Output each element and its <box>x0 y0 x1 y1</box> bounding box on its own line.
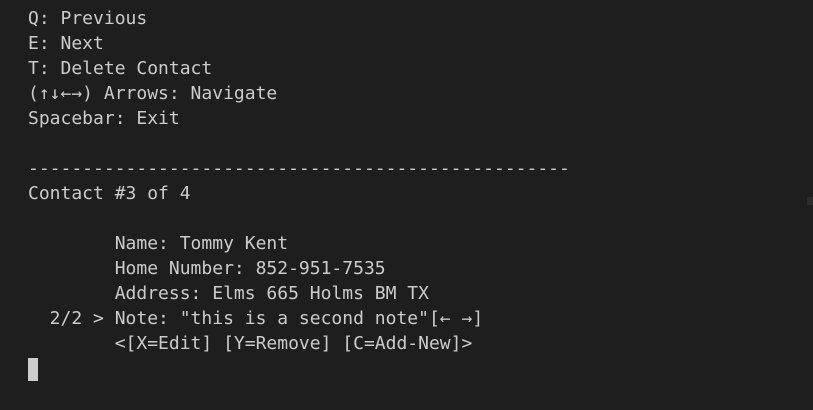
contact-name: Name: Tommy Kent <box>28 233 289 254</box>
contact-actions: <[X=Edit] [Y=Remove] [C=Add-New]> <box>28 333 473 354</box>
contact-counter: Contact #3 of 4 <box>28 183 191 204</box>
help-next: E: Next <box>28 33 104 54</box>
terminal-output: Q: Previous E: Next T: Delete Contact (↑… <box>28 6 570 381</box>
help-exit: Spacebar: Exit <box>28 108 180 129</box>
help-previous: Q: Previous <box>28 8 148 29</box>
separator-line: ----------------------------------------… <box>28 158 570 179</box>
terminal-window[interactable]: Q: Previous E: Next T: Delete Contact (↑… <box>0 0 813 410</box>
help-delete-contact: T: Delete Contact <box>28 58 213 79</box>
help-navigate: (↑↓←→) Arrows: Navigate <box>28 83 278 104</box>
contact-home-number: Home Number: 852-951-7535 <box>28 258 386 279</box>
contact-note-selected: 2/2 > Note: "this is a second note"[← →] <box>28 308 484 329</box>
scrollbar-thumb[interactable] <box>807 197 813 205</box>
terminal-cursor <box>28 358 38 381</box>
contact-address: Address: Elms 665 Holms BM TX <box>28 283 429 304</box>
